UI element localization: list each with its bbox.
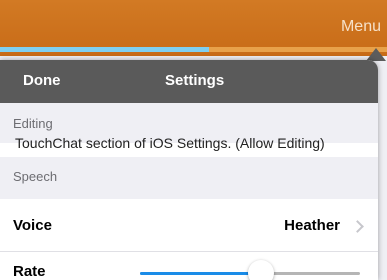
done-button[interactable]: Done <box>23 72 61 89</box>
section-header-editing: Editing <box>13 116 53 131</box>
section-speech: Speech <box>0 157 378 199</box>
rate-slider[interactable] <box>140 260 360 280</box>
progress-strip <box>0 47 387 52</box>
app-bar: Menu <box>0 0 387 56</box>
rate-slider-fill <box>140 272 261 275</box>
rate-slider-knob[interactable] <box>248 260 274 280</box>
editing-hint-text: TouchChat section of iOS Settings. (Allo… <box>15 135 325 151</box>
rate-label: Rate <box>13 263 46 280</box>
menu-button[interactable]: Menu <box>341 18 381 36</box>
settings-nav-bar: Done Settings <box>0 60 378 103</box>
voice-label: Voice <box>13 217 52 234</box>
page-title: Settings <box>165 72 225 89</box>
section-header-speech: Speech <box>13 169 58 184</box>
voice-row[interactable]: Voice Heather <box>0 199 378 252</box>
chevron-right-icon <box>351 220 364 233</box>
section-editing: Editing TouchChat section of iOS Setting… <box>0 103 378 151</box>
progress-fill <box>0 47 209 52</box>
rate-row: Rate <box>0 252 378 280</box>
settings-popover: Done Settings Editing TouchChat section … <box>0 60 378 280</box>
voice-value: Heather <box>284 217 340 234</box>
